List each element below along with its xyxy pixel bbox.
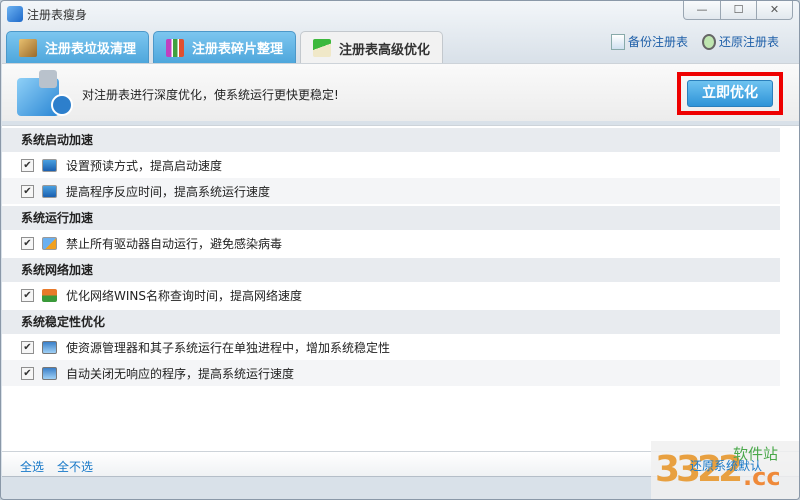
list-item[interactable]: ✔ 设置预读方式，提高启动速度 bbox=[2, 152, 780, 178]
list-item[interactable]: ✔ 提高程序反应时间，提高系统运行速度 bbox=[2, 178, 780, 204]
select-all-link[interactable]: 全选 bbox=[20, 458, 44, 475]
maximize-button[interactable]: ☐ bbox=[720, 1, 756, 19]
list-item[interactable]: ✔ 使资源管理器和其子系统运行在单独进程中，增加系统稳定性 bbox=[2, 334, 780, 360]
trend-up-icon bbox=[313, 39, 332, 57]
checkbox[interactable]: ✔ bbox=[21, 184, 34, 198]
drive-lightning-icon bbox=[42, 236, 57, 250]
list-item[interactable]: ✔ 优化网络WINS名称查询时间，提高网络速度 bbox=[2, 282, 780, 308]
item-label: 优化网络WINS名称查询时间，提高网络速度 bbox=[66, 288, 302, 303]
minimize-button[interactable]: — bbox=[684, 1, 720, 19]
section-header: 系统启动加速 bbox=[2, 128, 780, 152]
broom-icon bbox=[19, 38, 37, 57]
title-bar: 注册表瘦身 bbox=[7, 5, 87, 23]
highlight-box: 立即优化 bbox=[677, 72, 783, 115]
item-label: 自动关闭无响应的程序，提高系统运行速度 bbox=[66, 366, 295, 381]
restore-label: 还原注册表 bbox=[718, 35, 779, 49]
checkbox[interactable]: ✔ bbox=[21, 288, 34, 302]
item-label: 设置预读方式，提高启动速度 bbox=[66, 158, 223, 173]
tab-label: 注册表高级优化 bbox=[339, 42, 431, 58]
item-label: 提高程序反应时间，提高系统运行速度 bbox=[66, 184, 271, 199]
registry-cubes-icon bbox=[15, 68, 73, 118]
tab-registry-cleanup[interactable]: 注册表垃圾清理 bbox=[6, 31, 150, 63]
bar-chart-icon bbox=[166, 38, 185, 57]
checkbox[interactable]: ✔ bbox=[21, 236, 34, 250]
window-controls: — ☐ ✕ bbox=[683, 1, 793, 20]
section-header: 系统稳定性优化 bbox=[2, 310, 780, 334]
backup-label: 备份注册表 bbox=[627, 35, 688, 49]
optimization-list: 系统启动加速 ✔ 设置预读方式，提高启动速度 ✔ 提高程序反应时间，提高系统运行速度系统… bbox=[2, 125, 799, 451]
tab-bar: 注册表垃圾清理 注册表碎片整理 注册表高级优化 bbox=[6, 31, 444, 64]
select-none-link[interactable]: 全不选 bbox=[57, 458, 93, 475]
list-item[interactable]: ✔ 自动关闭无响应的程序，提高系统运行速度 bbox=[2, 360, 780, 386]
tab-label: 注册表碎片整理 bbox=[192, 42, 284, 57]
checkbox[interactable]: ✔ bbox=[21, 158, 34, 172]
document-backup-icon bbox=[610, 33, 625, 50]
tab-registry-defrag[interactable]: 注册表碎片整理 bbox=[153, 31, 297, 63]
list-window-icon bbox=[42, 158, 57, 172]
network-icon bbox=[42, 288, 57, 302]
restore-registry-link[interactable]: 还原注册表 bbox=[701, 33, 779, 50]
tab-advanced-optimize[interactable]: 注册表高级优化 bbox=[300, 31, 444, 64]
app-icon bbox=[7, 6, 23, 22]
item-label: 使资源管理器和其子系统运行在单独进程中，增加系统稳定性 bbox=[66, 340, 391, 355]
list-window-icon bbox=[42, 184, 57, 198]
backup-registry-link[interactable]: 备份注册表 bbox=[610, 33, 688, 50]
app-window: 注册表瘦身 — ☐ ✕ 注册表垃圾清理 注册表碎片整理 注册表高级优化 备份注册… bbox=[0, 0, 800, 500]
checkbox[interactable]: ✔ bbox=[21, 340, 34, 354]
section-header: 系统网络加速 bbox=[2, 258, 780, 282]
magnifier-restore-icon bbox=[701, 33, 716, 50]
item-label: 禁止所有驱动器自动运行，避免感染病毒 bbox=[66, 236, 283, 251]
header-description: 对注册表进行深度优化，使系统运行更快更稳定! bbox=[82, 88, 339, 102]
checkbox[interactable]: ✔ bbox=[21, 366, 34, 380]
monitor-pulse-icon bbox=[42, 340, 57, 354]
tab-label: 注册表垃圾清理 bbox=[45, 42, 137, 57]
section-header: 系统运行加速 bbox=[2, 206, 780, 230]
close-button[interactable]: ✕ bbox=[756, 1, 792, 19]
list-item[interactable]: ✔ 禁止所有驱动器自动运行，避免感染病毒 bbox=[2, 230, 780, 256]
restore-default-link[interactable]: 还原系统默认 bbox=[690, 457, 762, 474]
optimize-now-button[interactable]: 立即优化 bbox=[687, 80, 773, 107]
monitor-pulse-icon bbox=[42, 366, 57, 380]
header-panel: 对注册表进行深度优化，使系统运行更快更稳定! 立即优化 bbox=[2, 63, 799, 121]
window-title: 注册表瘦身 bbox=[27, 7, 88, 22]
